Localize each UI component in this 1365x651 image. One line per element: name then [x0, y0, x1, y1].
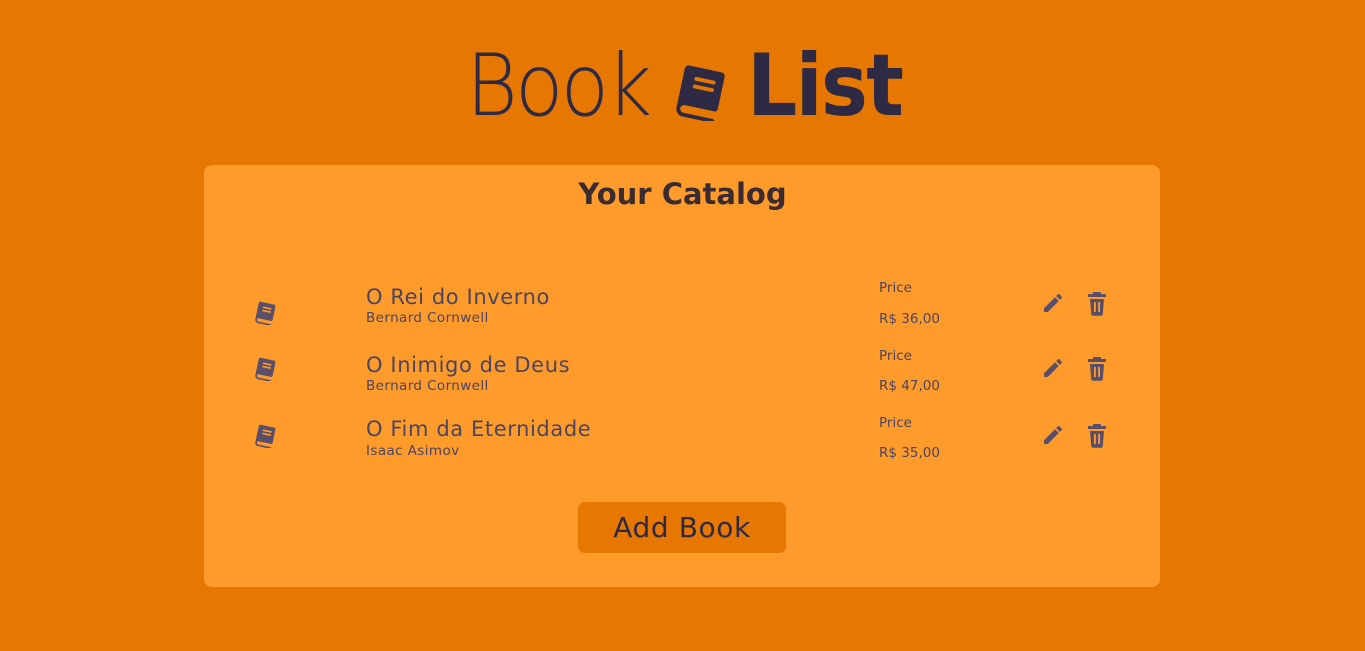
catalog-title: Your Catalog [578, 177, 787, 211]
book-row: O Rei do Inverno Bernard Cornwell Price … [204, 279, 1160, 339]
price-label: Price [879, 280, 912, 296]
book-icon [253, 422, 279, 448]
book-price: R$ 36,00 [879, 311, 940, 327]
book-row: O Fim da Eternidade Isaac Asimov Price R… [204, 414, 1160, 474]
logo-word-book: Book [465, 36, 651, 136]
trash-delete-icon[interactable] [1085, 355, 1109, 381]
book-icon [671, 59, 733, 121]
pencil-edit-icon[interactable] [1041, 423, 1065, 447]
book-title: O Fim da Eternidade [366, 417, 592, 441]
book-author: Isaac Asimov [366, 443, 460, 459]
book-price: R$ 35,00 [879, 445, 940, 461]
add-book-button[interactable]: Add Book [578, 502, 786, 553]
book-title: O Rei do Inverno [366, 285, 551, 309]
book-title: O Inimigo de Deus [366, 353, 571, 377]
book-author: Bernard Cornwell [366, 310, 489, 326]
logo-word-list: List [746, 36, 904, 136]
pencil-edit-icon[interactable] [1041, 356, 1065, 380]
pencil-edit-icon[interactable] [1041, 291, 1065, 315]
app-logo: Book List [0, 38, 1365, 134]
book-icon [253, 355, 279, 381]
book-price: R$ 47,00 [879, 378, 940, 394]
book-author: Bernard Cornwell [366, 378, 489, 394]
price-label: Price [879, 415, 912, 431]
price-label: Price [879, 348, 912, 364]
trash-delete-icon[interactable] [1085, 422, 1109, 448]
trash-delete-icon[interactable] [1085, 290, 1109, 316]
book-icon [253, 299, 279, 325]
book-row: O Inimigo de Deus Bernard Cornwell Price… [204, 347, 1160, 407]
